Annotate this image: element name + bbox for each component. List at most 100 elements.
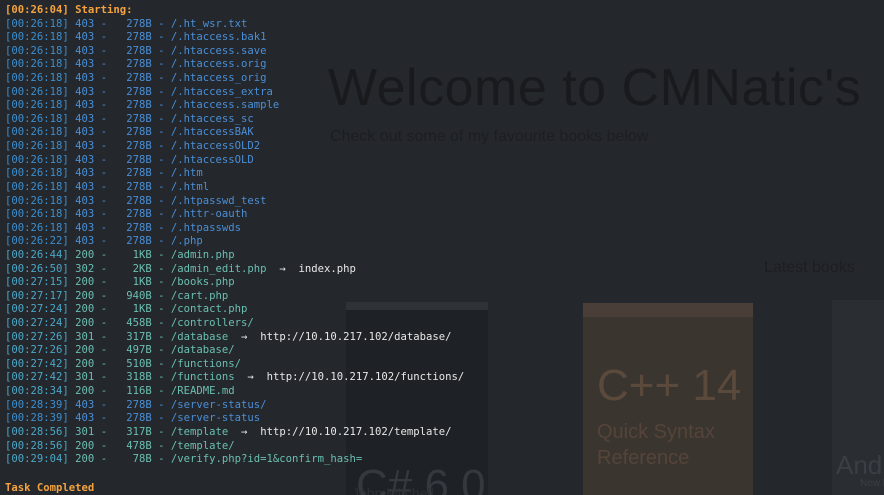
response-size: 278B	[126, 72, 152, 85]
status-code: 302	[75, 262, 95, 275]
timestamp: [00:26:22]	[5, 235, 69, 248]
status-code: 200	[75, 317, 95, 330]
result-path: /admin_edit.php	[170, 262, 267, 275]
result-path: /.htaccessBAK	[170, 126, 254, 139]
spacer: -	[151, 453, 171, 466]
spacer: -	[94, 344, 127, 357]
response-size: 278B	[126, 398, 152, 411]
spacer: -	[151, 262, 171, 275]
timestamp: [00:29:04]	[5, 453, 69, 466]
timestamp: [00:26:18]	[5, 208, 69, 221]
scan-result-row: [00:26:22] 403 - 278B - /.php	[5, 235, 464, 249]
status-code: 403	[75, 194, 95, 207]
spacer: -	[94, 248, 133, 261]
spacer: -	[151, 180, 171, 193]
book-cover-title: Andr	[836, 450, 884, 480]
response-size: 510B	[126, 357, 152, 370]
result-path: /functions	[170, 371, 235, 384]
result-path: /books.php	[170, 276, 235, 289]
timestamp: [00:26:18]	[5, 44, 69, 57]
spacer: -	[94, 153, 127, 166]
scan-result-row: [00:28:56] 200 - 478B - /template/	[5, 440, 464, 454]
book-cover-subtitle: Reference	[597, 447, 690, 469]
spacer: -	[94, 385, 127, 398]
response-size: 1KB	[132, 248, 152, 261]
result-path: /database	[170, 330, 229, 343]
status-code: 403	[75, 17, 95, 30]
spacer: -	[94, 439, 127, 452]
timestamp: [00:26:18]	[5, 72, 69, 85]
response-size: 458B	[126, 317, 152, 330]
timestamp: [00:27:15]	[5, 276, 69, 289]
timestamp: [00:27:26]	[5, 344, 69, 357]
status-code: 403	[75, 140, 95, 153]
timestamp: [00:26:18]	[5, 167, 69, 180]
spacer: -	[94, 126, 127, 139]
spacer: -	[151, 276, 171, 289]
scan-result-row: [00:28:56] 301 - 317B - /template → http…	[5, 426, 464, 440]
response-size: 278B	[126, 58, 152, 71]
response-size: 278B	[126, 44, 152, 57]
scan-results-list: [00:26:18] 403 - 278B - /.ht_wsr.txt [00:…	[5, 18, 464, 467]
status-code: 403	[75, 58, 95, 71]
spacer: -	[94, 194, 127, 207]
timestamp: [00:28:34]	[5, 385, 69, 398]
book-cover-author: John Mitchell	[352, 485, 434, 495]
spacer: -	[151, 208, 171, 221]
status-code: 403	[75, 44, 95, 57]
book-cover-subtitle: New M	[860, 478, 884, 489]
scan-result-row: [00:26:18] 403 - 278B - /.htaccess_sc	[5, 113, 464, 127]
scan-result-row: [00:26:18] 403 - 278B - /.htm	[5, 167, 464, 181]
timestamp: [00:26:18]	[5, 194, 69, 207]
spacer: -	[151, 99, 171, 112]
spacer: -	[94, 317, 127, 330]
book-cover-cpp[interactable]: C++ 14 Quick Syntax Reference	[583, 303, 753, 495]
spacer: -	[151, 126, 171, 139]
spacer: -	[94, 180, 127, 193]
latest-books-heading: Latest books	[764, 259, 855, 276]
spacer: -	[151, 330, 171, 343]
status-code: 200	[75, 248, 95, 261]
result-path: /contact.php	[170, 303, 248, 316]
scan-result-row: [00:27:26] 301 - 317B - /database → http…	[5, 331, 464, 345]
result-path: /server-status	[170, 412, 261, 425]
status-code: 403	[75, 412, 95, 425]
response-size: 278B	[126, 112, 152, 125]
scan-result-row: [00:27:26] 200 - 497B - /database/	[5, 344, 464, 358]
scan-result-row: [00:26:18] 403 - 278B - /.html	[5, 181, 464, 195]
status-code: 403	[75, 180, 95, 193]
response-size: 116B	[126, 385, 152, 398]
response-size: 317B	[126, 425, 152, 438]
spacer: -	[94, 330, 127, 343]
spacer: -	[94, 425, 127, 438]
redirect-target: http://10.10.217.102/functions/	[266, 371, 465, 384]
book-cover-android[interactable]: Andr New M	[832, 300, 884, 495]
spacer: -	[94, 289, 127, 302]
spacer: -	[151, 17, 171, 30]
result-path: /admin.php	[170, 248, 235, 261]
scan-result-row: [00:29:04] 200 - 78B - /verify.php?id=1&…	[5, 453, 464, 467]
timestamp: [00:26:18]	[5, 112, 69, 125]
result-path: /template/	[170, 439, 235, 452]
spacer: -	[151, 398, 171, 411]
scan-result-row: [00:26:44] 200 - 1KB - /admin.php	[5, 249, 464, 263]
spacer: -	[151, 58, 171, 71]
result-path: /.htaccess_sc	[170, 112, 254, 125]
timestamp: [00:27:26]	[5, 330, 69, 343]
timestamp: [00:27:17]	[5, 289, 69, 302]
spacer: -	[151, 289, 171, 302]
result-path: /.htpasswds	[170, 221, 242, 234]
spacer: -	[151, 153, 171, 166]
result-path: /controllers/	[170, 317, 254, 330]
scan-result-row: [00:28:39] 403 - 278B - /server-status	[5, 412, 464, 426]
timestamp: [00:27:42]	[5, 371, 69, 384]
status-code: 301	[75, 330, 95, 343]
spacer: -	[151, 412, 171, 425]
spacer: -	[94, 398, 127, 411]
status-code: 403	[75, 72, 95, 85]
scan-result-row: [00:26:18] 403 - 278B - /.htaccess.save	[5, 45, 464, 59]
